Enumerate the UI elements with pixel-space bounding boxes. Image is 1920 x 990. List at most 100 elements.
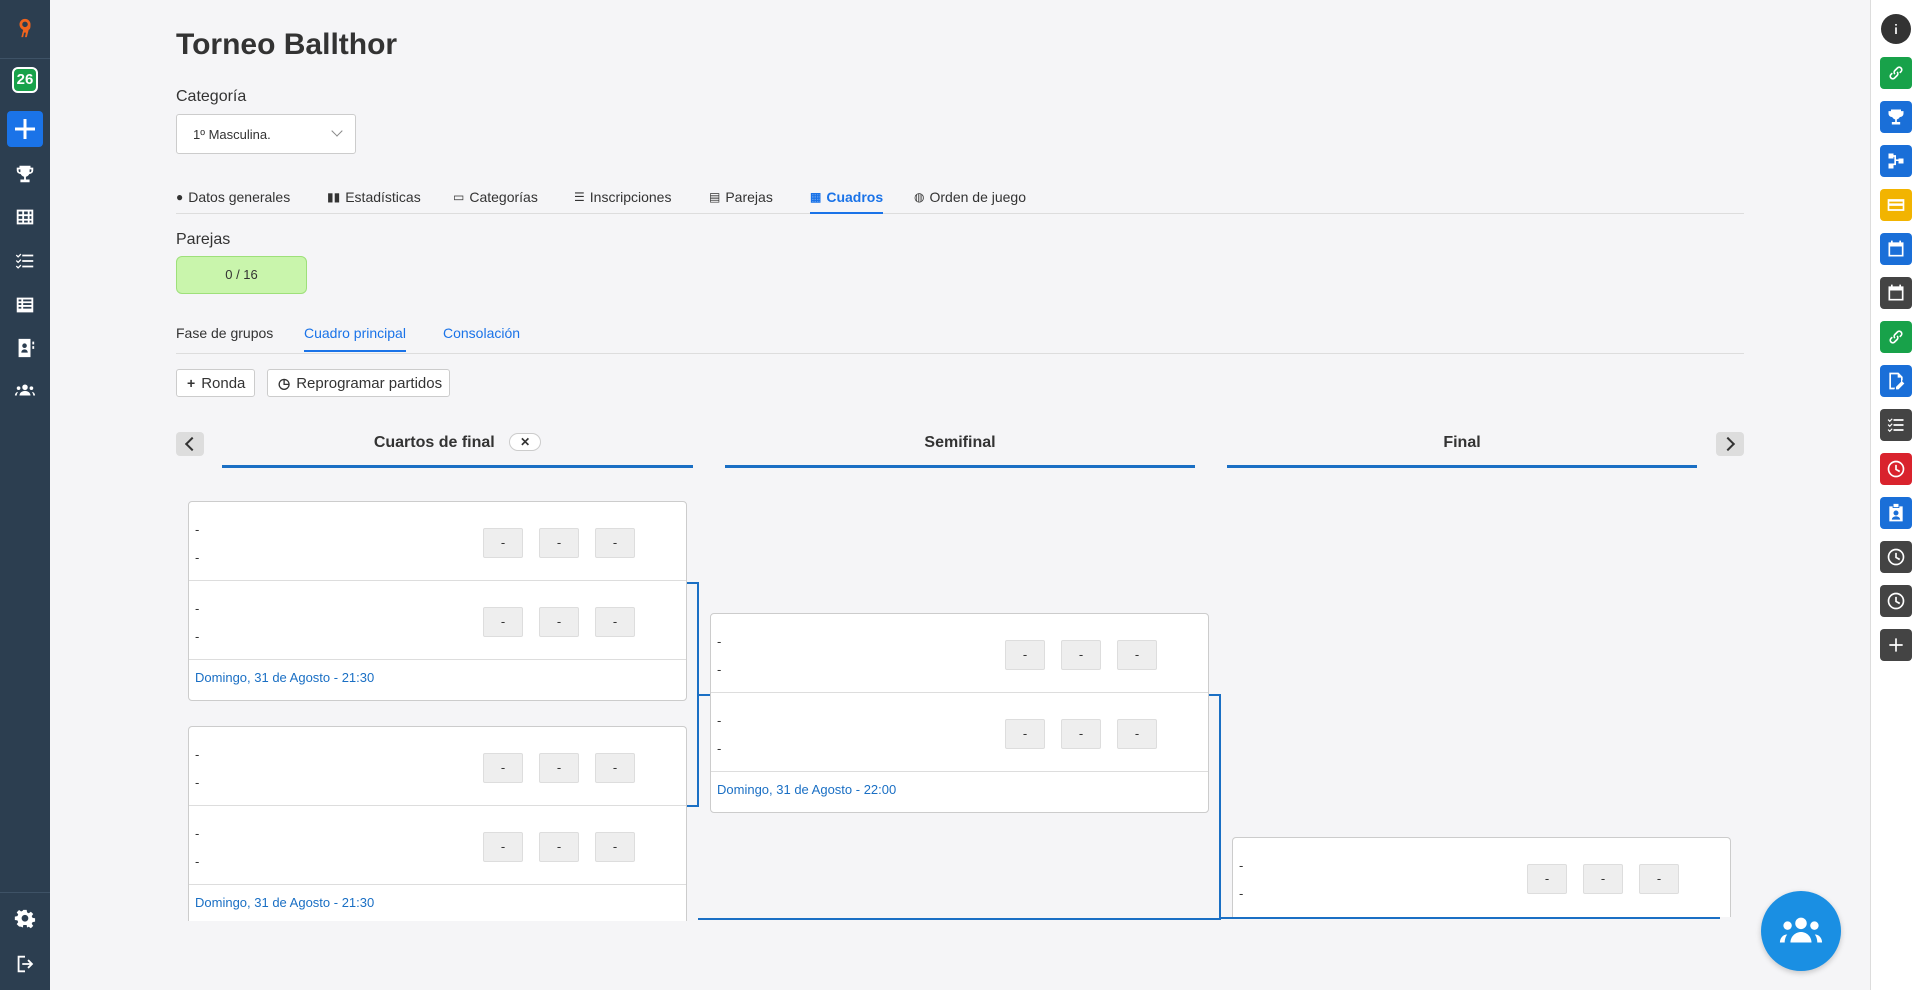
link-icon[interactable] <box>1880 321 1912 353</box>
bracket-connector <box>1220 917 1720 921</box>
reschedule-button[interactable]: ◷ Reprogramar partidos <box>267 369 450 397</box>
bracket-icon[interactable] <box>1880 145 1912 177</box>
score-box[interactable]: - <box>539 607 579 637</box>
tab-datos-generales[interactable]: ● Datos generales <box>176 186 290 208</box>
match-card[interactable]: - - - - - - - - - - Domingo, 31 de Agost… <box>710 613 1209 813</box>
checklist-icon[interactable] <box>0 243 50 279</box>
score-box[interactable]: - <box>595 528 635 558</box>
clock-icon[interactable] <box>1880 453 1912 485</box>
parejas-count-badge: 0 / 16 <box>176 256 307 294</box>
score-box[interactable]: - <box>1005 719 1045 749</box>
page-title: Torneo Ballthor <box>176 28 398 61</box>
list-icon[interactable] <box>0 287 50 323</box>
team-row: - - - - - <box>711 614 1208 693</box>
score-box[interactable]: - <box>539 832 579 862</box>
add-round-button[interactable]: + Ronda <box>176 369 255 397</box>
table-icon[interactable] <box>0 199 50 235</box>
subtab-cuadro-principal[interactable]: Cuadro principal <box>304 325 406 352</box>
users-icon[interactable] <box>0 372 50 408</box>
player-name: - <box>195 775 200 790</box>
player-name: - <box>1239 858 1244 873</box>
match-card[interactable]: - - - - - - - - - - Domingo, 31 de Agost… <box>188 726 687 921</box>
player-name: - <box>195 747 200 762</box>
score-box[interactable]: - <box>483 832 523 862</box>
player-name: - <box>195 601 200 616</box>
prev-round-button[interactable] <box>176 432 204 456</box>
tab-cuadros[interactable]: ▦ Cuadros <box>810 186 884 214</box>
trophy-icon[interactable] <box>0 156 50 192</box>
grid-icon: ▦ <box>810 190 822 204</box>
match-card[interactable]: - - - - - <box>1232 837 1731 917</box>
category-select-value: 1º Masculina. <box>193 127 271 142</box>
score-box[interactable]: - <box>1583 864 1623 894</box>
team-row: - - - - - <box>189 502 686 581</box>
link-icon[interactable] <box>1880 57 1912 89</box>
checklist-icon[interactable] <box>1880 409 1912 441</box>
score-box[interactable]: - <box>539 528 579 558</box>
score-box[interactable]: - <box>483 607 523 637</box>
score-box[interactable]: - <box>1639 864 1679 894</box>
close-icon[interactable]: ✕ <box>509 433 542 451</box>
subtab-fase-de-grupos[interactable]: Fase de grupos <box>176 325 273 341</box>
team-row: - - - - - <box>189 581 686 660</box>
tab-label: Cuadros <box>826 189 884 205</box>
plus-icon <box>7 111 43 147</box>
reschedule-label: Reprogramar partidos <box>296 374 443 392</box>
score-box[interactable]: - <box>595 832 635 862</box>
score-box[interactable]: - <box>1061 640 1101 670</box>
tab-label: Categorías <box>469 189 538 205</box>
tab-categorias[interactable]: ▭ Categorías <box>453 186 538 208</box>
tab-inscripciones[interactable]: ☰ Inscripciones <box>574 186 671 208</box>
player-name: - <box>717 662 722 677</box>
chevron-down-icon <box>331 125 343 137</box>
logout-icon[interactable] <box>0 946 50 982</box>
players-fab-button[interactable] <box>1761 891 1841 971</box>
player-name: - <box>195 550 200 565</box>
match-date[interactable]: Domingo, 31 de Agosto - 21:30 <box>189 660 686 700</box>
info-icon: ● <box>176 190 184 204</box>
player-name: - <box>195 826 200 841</box>
id-badge-icon[interactable] <box>1880 497 1912 529</box>
match-date[interactable]: Domingo, 31 de Agosto - 21:30 <box>189 885 686 921</box>
subtab-consolacion[interactable]: Consolación <box>443 325 520 341</box>
score-box[interactable]: - <box>483 528 523 558</box>
next-round-button[interactable] <box>1716 432 1744 456</box>
plus-icon[interactable] <box>1880 629 1912 661</box>
clock-icon[interactable] <box>1880 541 1912 573</box>
chevron-right-icon <box>1720 436 1736 452</box>
category-select[interactable]: 1º Masculina. <box>176 114 356 154</box>
clock-icon[interactable] <box>1880 585 1912 617</box>
tab-estadisticas[interactable]: ▮▮ Estadísticas <box>327 186 421 208</box>
document-icon: ▤ <box>709 190 721 204</box>
settings-icon[interactable] <box>0 902 50 938</box>
score-box[interactable]: - <box>539 753 579 783</box>
player-name: - <box>1239 886 1244 901</box>
bracket-subtabs: Fase de grupos Cuadro principal Consolac… <box>176 320 1744 354</box>
tab-label: Parejas <box>725 189 773 205</box>
tab-orden-de-juego[interactable]: ◍ Orden de juego <box>914 186 1026 208</box>
player-name: - <box>717 713 722 728</box>
season-badge[interactable]: 26 <box>0 62 50 98</box>
score-box[interactable]: - <box>1117 640 1157 670</box>
contact-card-icon[interactable] <box>0 330 50 366</box>
list-icon: ☰ <box>574 190 585 204</box>
trophy-icon[interactable] <box>1880 101 1912 133</box>
add-button[interactable] <box>0 111 50 147</box>
match-date[interactable]: Domingo, 31 de Agosto - 22:00 <box>711 772 1208 812</box>
score-box[interactable]: - <box>1005 640 1045 670</box>
app-logo-icon[interactable] <box>0 10 50 46</box>
score-box[interactable]: - <box>1117 719 1157 749</box>
left-sidebar: 26 <box>0 0 50 990</box>
score-box[interactable]: - <box>595 607 635 637</box>
edit-document-icon[interactable] <box>1880 365 1912 397</box>
calendar-icon[interactable] <box>1880 277 1912 309</box>
tab-parejas[interactable]: ▤ Parejas <box>709 186 773 208</box>
score-box[interactable]: - <box>595 753 635 783</box>
calendar-icon[interactable] <box>1880 233 1912 265</box>
score-box[interactable]: - <box>1061 719 1101 749</box>
match-card[interactable]: - - - - - - - - - - Domingo, 31 de Agost… <box>188 501 687 701</box>
info-icon[interactable] <box>1881 14 1911 44</box>
score-box[interactable]: - <box>483 753 523 783</box>
card-icon[interactable] <box>1880 189 1912 221</box>
score-box[interactable]: - <box>1527 864 1567 894</box>
